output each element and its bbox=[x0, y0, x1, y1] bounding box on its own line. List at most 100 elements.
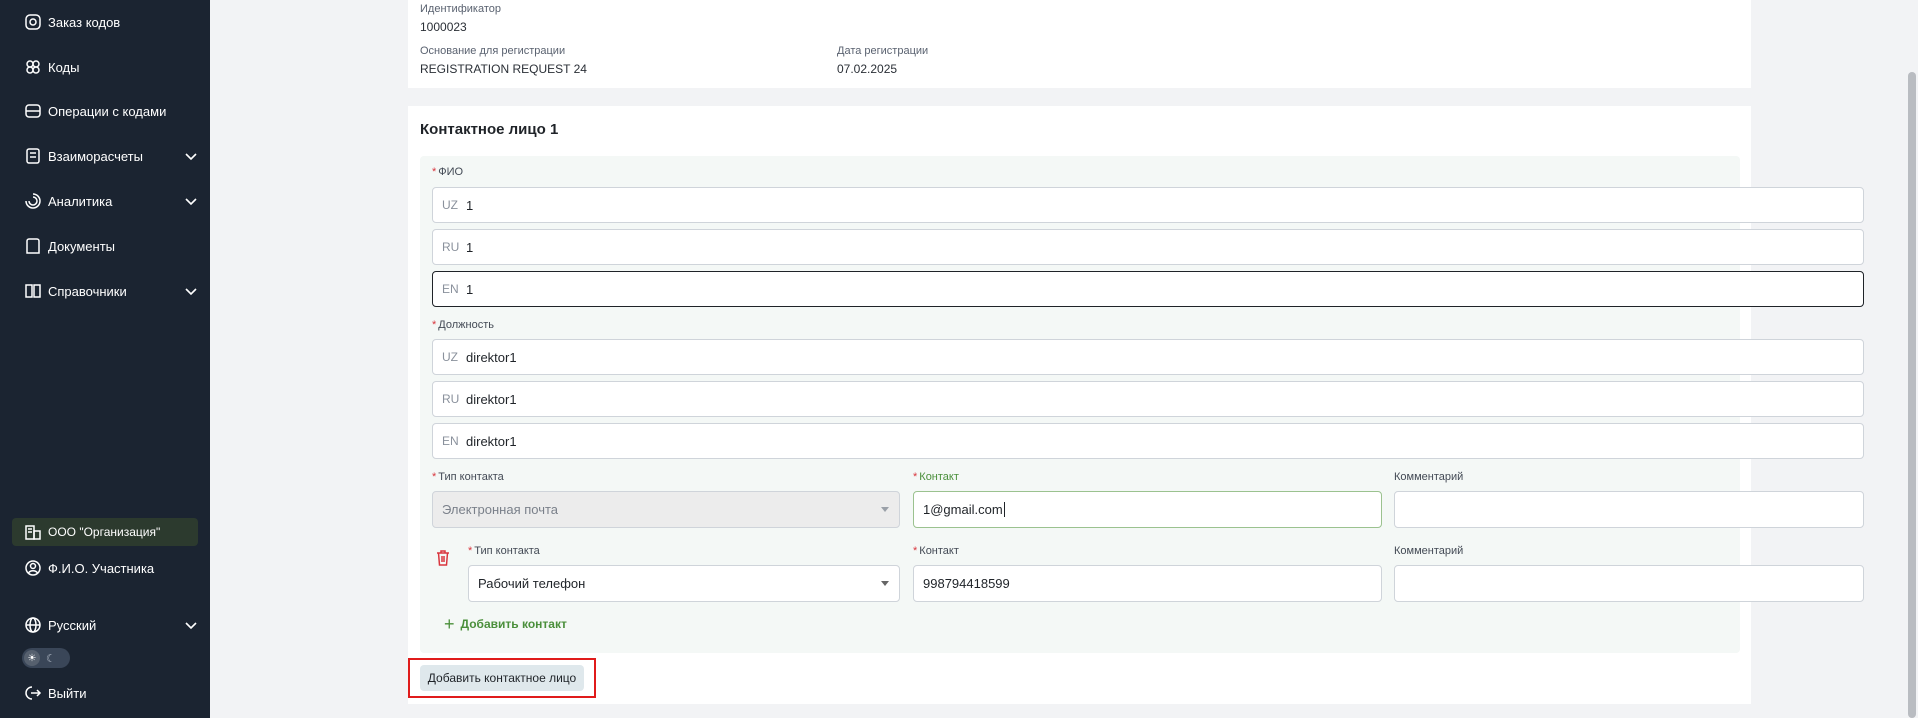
participant-profile[interactable]: Ф.И.О. Участника bbox=[24, 556, 199, 580]
sidebar-item-label: Взаиморасчеты bbox=[48, 148, 143, 164]
analytics-icon bbox=[24, 192, 42, 210]
registration-info-card: Идентификатор 1000023 Основание для реги… bbox=[408, 0, 1751, 88]
fio-en-value: 1 bbox=[466, 281, 474, 297]
code-operations-icon bbox=[24, 102, 42, 120]
theme-toggle[interactable]: ☀ ☾ bbox=[22, 648, 70, 668]
logout-button[interactable]: Выйти bbox=[24, 681, 199, 705]
sidebar-item-label: Заказ кодов bbox=[48, 14, 121, 30]
contact-type-label-text: Тип контакта bbox=[474, 545, 540, 557]
chevron-down-icon[interactable] bbox=[183, 283, 199, 299]
building-icon bbox=[24, 523, 42, 541]
comment-label: Комментарий bbox=[1394, 545, 1464, 557]
position-ru-value: direktor1 bbox=[466, 391, 517, 407]
position-uz-input[interactable]: UZ direktor1 bbox=[432, 339, 1864, 375]
contact-type-value: Рабочий телефон bbox=[478, 576, 586, 591]
logout-icon bbox=[24, 684, 42, 702]
fio-ru-value: 1 bbox=[466, 239, 474, 255]
sidebar-item-label: Аналитика bbox=[48, 193, 113, 209]
globe-icon bbox=[24, 616, 42, 634]
add-contact-button[interactable]: + Добавить контакт bbox=[444, 614, 567, 634]
fio-en-input[interactable]: EN 1 bbox=[432, 271, 1864, 307]
position-uz-value: direktor1 bbox=[466, 349, 517, 365]
delete-contact-icon[interactable] bbox=[434, 549, 452, 567]
language-label: Русский bbox=[48, 617, 97, 633]
lang-prefix: UZ bbox=[442, 198, 458, 212]
fio-label-text: ФИО bbox=[438, 166, 464, 178]
registration-basis-label: Основание для регистрации bbox=[420, 45, 566, 57]
contact-value: 998794418599 bbox=[923, 576, 1010, 591]
dropdown-arrow-icon bbox=[881, 581, 889, 586]
fio-uz-value: 1 bbox=[466, 197, 474, 213]
position-label: * Должность bbox=[432, 319, 494, 331]
add-contact-person-button[interactable]: Добавить контактное лицо bbox=[420, 665, 584, 691]
sidebar-item-code-operations[interactable]: Операции с кодами bbox=[24, 99, 199, 123]
contact-value-input[interactable]: 1@gmail.com bbox=[913, 491, 1382, 528]
add-contact-label: Добавить контакт bbox=[460, 617, 567, 631]
fio-ru-input[interactable]: RU 1 bbox=[432, 229, 1864, 265]
lang-prefix: EN bbox=[442, 434, 459, 448]
text-cursor bbox=[1003, 502, 1005, 517]
contact-type-select: Электронная почта bbox=[432, 491, 900, 528]
dropdown-arrow-icon bbox=[881, 507, 889, 512]
position-label-text: Должность bbox=[438, 319, 494, 331]
order-codes-icon bbox=[24, 13, 42, 31]
identifier-value: 1000023 bbox=[420, 20, 467, 34]
sidebar-item-documents[interactable]: Документы bbox=[24, 234, 199, 258]
codes-icon bbox=[24, 58, 42, 76]
contact-type-label: * Тип контакта bbox=[468, 545, 540, 557]
sidebar-item-order-codes[interactable]: Заказ кодов bbox=[24, 10, 199, 34]
fio-label: * ФИО bbox=[432, 166, 464, 178]
lang-prefix: EN bbox=[442, 282, 459, 296]
comment-label: Комментарий bbox=[1394, 471, 1464, 483]
sidebar: Заказ кодов Коды Операции с кодами Взаим… bbox=[0, 0, 210, 718]
registration-basis-value: REGISTRATION REQUEST 24 bbox=[420, 62, 587, 76]
contact-value-input[interactable]: 998794418599 bbox=[913, 565, 1382, 602]
position-en-input[interactable]: EN direktor1 bbox=[432, 423, 1864, 459]
identifier-label: Идентификатор bbox=[420, 3, 501, 15]
contact-person-title: Контактное лицо 1 bbox=[420, 121, 559, 138]
contact-type-value: Электронная почта bbox=[442, 502, 559, 517]
organization-name: ООО "Организация" bbox=[48, 525, 161, 539]
sidebar-item-reference-book[interactable]: Справочники bbox=[24, 279, 199, 303]
settlements-icon bbox=[24, 147, 42, 165]
documents-icon bbox=[24, 237, 42, 255]
sidebar-item-settlements[interactable]: Взаиморасчеты bbox=[24, 144, 199, 168]
chevron-down-icon[interactable] bbox=[183, 193, 199, 209]
contact-type-label-text: Тип контакта bbox=[438, 471, 504, 483]
logout-label: Выйти bbox=[48, 685, 87, 701]
comment-input[interactable] bbox=[1394, 565, 1864, 602]
sidebar-item-codes[interactable]: Коды bbox=[24, 55, 199, 79]
comment-input[interactable] bbox=[1394, 491, 1864, 528]
organization-selector[interactable]: ООО "Организация" bbox=[12, 518, 198, 546]
lang-prefix: RU bbox=[442, 240, 460, 254]
sidebar-item-label: Документы bbox=[48, 238, 116, 254]
language-selector[interactable]: Русский bbox=[24, 613, 199, 637]
position-ru-input[interactable]: RU direktor1 bbox=[432, 381, 1864, 417]
contact-label: * Контакт bbox=[913, 471, 959, 483]
chevron-down-icon[interactable] bbox=[183, 148, 199, 164]
moon-icon: ☾ bbox=[46, 652, 56, 665]
sidebar-item-label: Справочники bbox=[48, 283, 127, 299]
lang-prefix: RU bbox=[442, 392, 460, 406]
position-en-value: direktor1 bbox=[466, 433, 517, 449]
user-icon bbox=[24, 559, 42, 577]
sidebar-item-analytics[interactable]: Аналитика bbox=[24, 189, 199, 213]
sidebar-item-label: Коды bbox=[48, 59, 80, 75]
contact-type-select[interactable]: Рабочий телефон bbox=[468, 565, 900, 602]
reference-book-icon bbox=[24, 282, 42, 300]
contact-type-label: * Тип контакта bbox=[432, 471, 504, 483]
contact-label-text: Контакт bbox=[919, 471, 959, 483]
scrollbar-thumb[interactable] bbox=[1908, 72, 1916, 718]
sun-icon: ☀ bbox=[24, 650, 40, 666]
registration-date-label: Дата регистрации bbox=[837, 45, 929, 57]
registration-date-value: 07.02.2025 bbox=[837, 62, 898, 76]
contact-value: 1@gmail.com bbox=[923, 502, 1003, 517]
plus-icon: + bbox=[444, 614, 455, 634]
chevron-down-icon[interactable] bbox=[183, 617, 199, 633]
fio-uz-input[interactable]: UZ 1 bbox=[432, 187, 1864, 223]
contact-label: * Контакт bbox=[913, 545, 959, 557]
sidebar-item-label: Операции с кодами bbox=[48, 103, 167, 119]
lang-prefix: UZ bbox=[442, 350, 458, 364]
contact-label-text: Контакт bbox=[919, 545, 959, 557]
participant-name: Ф.И.О. Участника bbox=[48, 560, 155, 576]
